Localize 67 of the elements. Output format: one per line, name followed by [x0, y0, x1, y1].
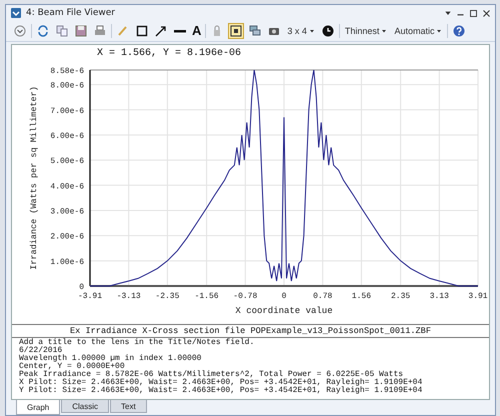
- windows-icon: [249, 25, 262, 37]
- y-tick-label: 1.00e-6: [50, 258, 84, 267]
- caret-icon: [436, 28, 442, 34]
- view-tab[interactable]: Graph: [16, 400, 60, 415]
- fit-icon: [230, 25, 242, 37]
- x-tick-label: 3.13: [430, 292, 449, 301]
- copy-icon: [56, 25, 68, 37]
- window-title: 4: Beam File Viewer: [26, 8, 116, 18]
- rectangle-button[interactable]: [134, 23, 150, 39]
- x-axis-title: X coordinate value: [235, 306, 333, 316]
- rectangle-icon: [136, 25, 148, 37]
- y-tick-label: 8.00e-6: [50, 82, 84, 91]
- x-tick-label: 0: [282, 292, 286, 301]
- clock-icon: [322, 25, 334, 37]
- menu-button[interactable]: [12, 23, 28, 39]
- y-tick-label: 6.00e-6: [50, 132, 84, 141]
- close-icon: [482, 8, 491, 18]
- x-tick-label: -2.35: [155, 292, 180, 301]
- x-tick-label: -3.91: [78, 292, 102, 301]
- y-tick-label: 2.00e-6: [50, 232, 84, 242]
- y-tick-label: 3.00e-6: [50, 207, 84, 216]
- help-button[interactable]: [451, 23, 468, 39]
- clock-button[interactable]: [320, 23, 336, 39]
- camera-icon: [268, 25, 280, 37]
- x-tick-label: 0.78: [313, 292, 332, 301]
- save-button[interactable]: [73, 23, 89, 39]
- copy-button[interactable]: [54, 23, 70, 39]
- cursor-readout: X = 1.566, Y = 8.196e-06: [96, 47, 242, 61]
- x-tick-label: -1.56: [194, 292, 219, 301]
- refresh-icon: [37, 25, 49, 37]
- x-tick-label: 3.91: [468, 292, 488, 301]
- fit-button[interactable]: [228, 23, 244, 39]
- arrow-icon: [155, 25, 167, 37]
- app-icon: [10, 7, 22, 19]
- x-tick-label: -3.13: [116, 292, 141, 301]
- save-icon: [75, 25, 87, 37]
- y-axis-title: Irradiance (Watts per sq Millimeter): [29, 86, 39, 270]
- note-line: Y Pilot: Size= 2.4663E+00, Waist= 2.4663E+00, Pos= +3.4542E+01, Rayleigh= 1.9109E+04: [19, 387, 424, 395]
- caret-icon: [308, 28, 315, 34]
- note-line: X Pilot: Size= 2.4663E+00, Waist= 2.4663E+00, Pos= +3.4542E+01, Rayleigh= 1.9109E+04: [19, 379, 424, 387]
- text-tool-button[interactable]: A: [191, 24, 202, 38]
- graph-title: Ex Irradiance X-Cross section file POPExample_v13_PoissonSpot_0011.ZBF: [12, 324, 489, 338]
- note-line: Add a title to the lens in the Title/Notes field.: [19, 339, 256, 347]
- y-tick-label: 4.00e-6: [50, 182, 84, 192]
- chevron-circle-icon: [14, 25, 26, 37]
- x-tick-label: 1.56: [352, 292, 371, 301]
- note-line: Peak Irradiance = 8.5782E-06 Watts/Millimeters^2, Total Power = 6.0225E-05 Watts: [19, 371, 404, 379]
- dropdown-icon: [444, 9, 452, 17]
- color-dropdown[interactable]: Automatic: [392, 23, 444, 39]
- note-line: 6/22/2016: [19, 347, 62, 355]
- y-tick-label: 5.00e-6: [50, 157, 84, 166]
- note-line: Center, Y = 0.0000E+00: [19, 363, 125, 371]
- view-tab[interactable]: Text: [110, 400, 147, 413]
- x-tick-label: -0.78: [233, 292, 258, 301]
- caret-icon: [381, 28, 388, 34]
- printer-icon: [94, 25, 106, 37]
- help-icon: [453, 25, 466, 37]
- grid-size-dropdown[interactable]: 3 x 4: [285, 23, 317, 39]
- pencil-icon: [117, 25, 129, 37]
- x-tick-label: 2.35: [391, 292, 410, 301]
- y-tick-label: 8.58e-6: [50, 67, 84, 76]
- line-width-dropdown[interactable]: Thinnest: [342, 23, 390, 39]
- y-tick-label: 0: [79, 283, 84, 292]
- maximize-icon: [469, 8, 478, 18]
- note-line: Wavelength 1.00000 µm in index 1.00000: [19, 355, 202, 363]
- view-tab[interactable]: Classic: [61, 400, 110, 413]
- y-tick-label: 7.00e-6: [50, 106, 84, 116]
